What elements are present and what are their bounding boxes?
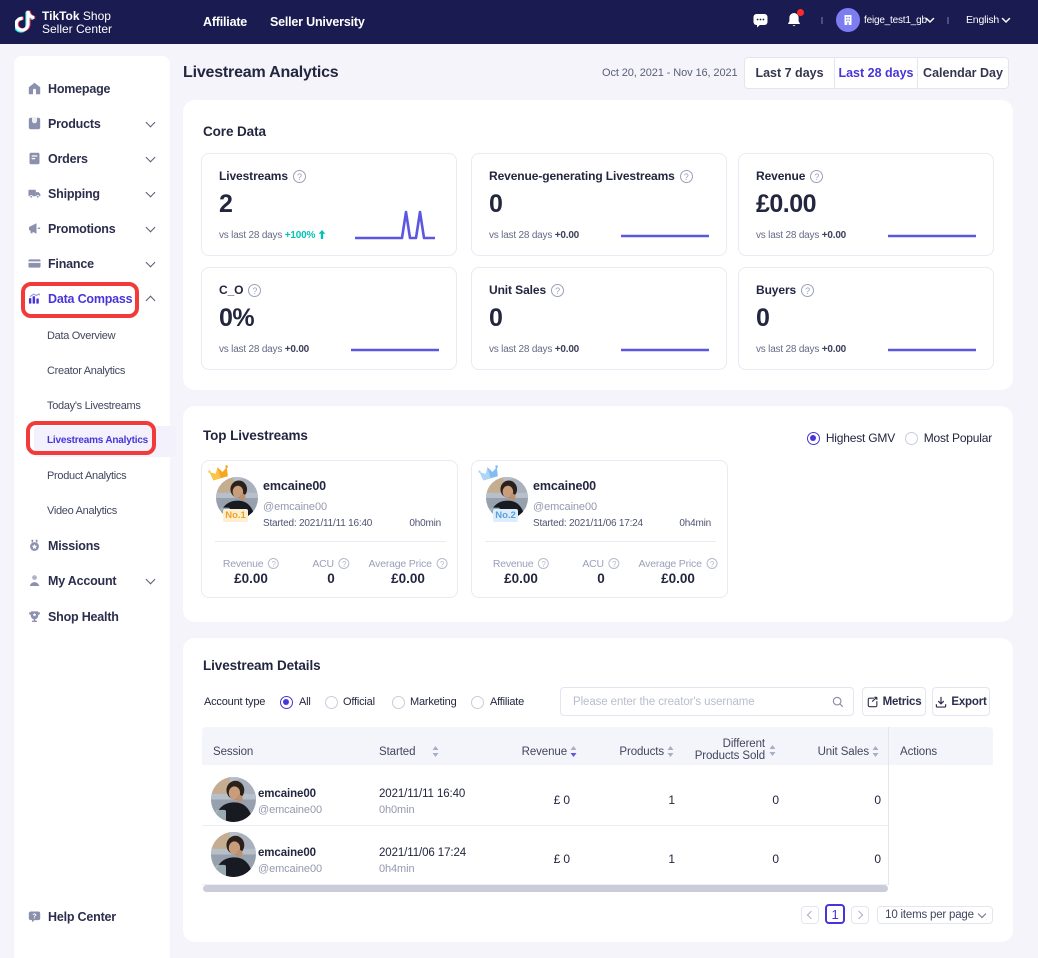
svg-text:?: ? <box>32 913 36 920</box>
